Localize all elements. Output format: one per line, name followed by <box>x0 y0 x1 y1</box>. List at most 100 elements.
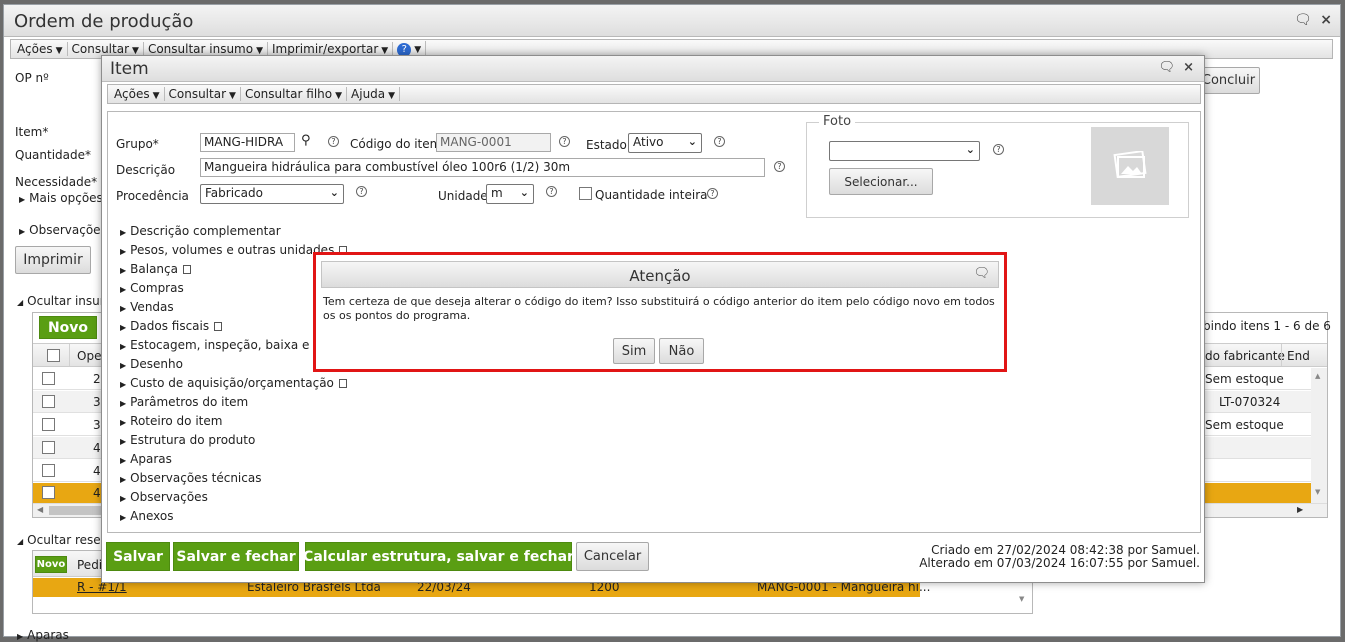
row-ope: 3 <box>93 418 101 432</box>
section-observacoes[interactable]: ▶ Observações <box>120 490 208 504</box>
section-balanca[interactable]: ▶ Balança <box>120 262 191 276</box>
section-vendas[interactable]: ▶ Vendas <box>120 300 174 314</box>
section-anexos[interactable]: ▶ Anexos <box>120 509 173 523</box>
select-all-checkbox[interactable] <box>47 349 60 362</box>
help-icon[interactable]: ? <box>546 186 557 197</box>
foto-select[interactable]: ⌄ <box>829 141 980 161</box>
codigo-field[interactable]: MANG-0001 <box>436 133 551 152</box>
necessidade-label: Necessidade* <box>15 175 98 189</box>
row-ope: 4 <box>93 464 101 478</box>
section-parametros[interactable]: ▶ Parâmetros do item <box>120 395 248 409</box>
confirmation-title: Atenção <box>629 267 691 285</box>
aparas-toggle[interactable]: ▶ Aparas <box>17 628 69 642</box>
ocultar-insumos-toggle[interactable]: ◢ Ocultar insum <box>17 294 111 308</box>
estado-select[interactable]: Ativo ⌄ <box>628 133 702 153</box>
document-icon <box>214 322 223 331</box>
row-checkbox[interactable] <box>42 486 55 499</box>
grupo-field[interactable]: MANG-HIDRA <box>200 133 295 152</box>
section-dados-fiscais[interactable]: ▶ Dados fiscais <box>120 319 223 333</box>
section-compras[interactable]: ▶ Compras <box>120 281 184 295</box>
menu-acoes[interactable]: Ações ▼ <box>110 87 165 101</box>
salvar-button[interactable]: Salvar <box>106 542 170 571</box>
scroll-left-icon[interactable]: ◀ <box>37 505 43 514</box>
close-icon[interactable]: × <box>1320 12 1332 28</box>
procedencia-label: Procedência <box>116 189 189 203</box>
scroll-thumb[interactable] <box>49 506 109 515</box>
help-icon[interactable]: ? <box>559 136 570 147</box>
help-icon[interactable]: ? <box>714 136 725 147</box>
section-descricao-complementar[interactable]: ▶ Descrição complementar <box>120 224 281 238</box>
row-checkbox[interactable] <box>42 464 55 477</box>
menu-consultar-insumo[interactable]: Consultar insumo ▼ <box>144 42 269 56</box>
quantidade-inteira-checkbox[interactable] <box>579 187 592 200</box>
help-icon[interactable]: ? <box>707 188 718 199</box>
chat-icon[interactable]: 🗨 <box>973 266 990 281</box>
scroll-right-icon[interactable]: ▶ <box>1297 505 1303 514</box>
chevron-down-icon: ⌄ <box>519 186 529 199</box>
selecionar-foto-button[interactable]: Selecionar... <box>829 168 933 195</box>
grid-paging: bindo itens 1 - 6 de 6 <box>1203 319 1331 333</box>
header-fabricante[interactable]: do fabricante <box>1205 349 1285 363</box>
help-icon[interactable]: ? <box>356 186 367 197</box>
row-ope: 4 <box>93 441 101 455</box>
menu-imprimir-exportar[interactable]: Imprimir/exportar ▼ <box>268 42 394 56</box>
help-icon[interactable]: ? <box>993 144 1004 155</box>
main-window-controls: 🗨 × <box>1294 12 1332 28</box>
descricao-field[interactable]: Mangueira hidráulica para combustível ól… <box>200 158 765 177</box>
menu-ajuda[interactable]: Ajuda ▼ <box>347 87 401 101</box>
chevron-down-icon: ⌄ <box>965 143 975 156</box>
row-checkbox[interactable] <box>42 418 55 431</box>
menu-acoes[interactable]: Ações ▼ <box>13 42 68 56</box>
section-custo-aquisicao[interactable]: ▶ Custo de aquisição/orçamentação <box>120 376 347 390</box>
imprimir-button[interactable]: Imprimir <box>15 246 91 274</box>
scroll-down-icon[interactable]: ▼ <box>1315 488 1320 496</box>
menu-consultar[interactable]: Consultar ▼ <box>165 87 241 101</box>
section-observacoes-tecnicas[interactable]: ▶ Observações técnicas <box>120 471 261 485</box>
search-icon[interactable]: ⚲ <box>301 133 311 148</box>
close-icon[interactable]: × <box>1183 60 1194 75</box>
header-pedido[interactable]: Pedi <box>77 558 102 572</box>
menu-consultar[interactable]: Consultar ▼ <box>68 42 144 56</box>
chevron-down-icon: ⌄ <box>687 135 697 148</box>
help-icon[interactable]: ? <box>774 161 785 172</box>
row-checkbox[interactable] <box>42 395 55 408</box>
help-icon[interactable]: ? <box>328 136 339 147</box>
row-checkbox[interactable] <box>42 372 55 385</box>
section-desenho[interactable]: ▶ Desenho <box>120 357 183 371</box>
photo-placeholder-icon <box>1091 127 1169 205</box>
concluir-button[interactable]: Concluir <box>1197 67 1260 94</box>
item-dialog-title-bar: Item 🗨 × <box>102 56 1204 82</box>
observacoes-toggle[interactable]: ▶ Observações <box>19 223 107 237</box>
ocultar-reservas-toggle[interactable]: ◢ Ocultar reser <box>17 533 106 547</box>
item-label: Item* <box>15 125 49 139</box>
vertical-scrollbar[interactable]: ▲ ▼ <box>1311 368 1327 503</box>
nao-button[interactable]: Não <box>659 338 704 364</box>
menu-consultar-filho[interactable]: Consultar filho ▼ <box>241 87 348 101</box>
section-roteiro[interactable]: ▶ Roteiro do item <box>120 414 222 428</box>
scroll-down-icon[interactable]: ▼ <box>1019 595 1024 603</box>
section-aparas[interactable]: ▶ Aparas <box>120 452 172 466</box>
confirmation-title-bar: Atenção 🗨 <box>321 261 999 288</box>
procedencia-select[interactable]: Fabricado ⌄ <box>200 184 344 204</box>
cancelar-button[interactable]: Cancelar <box>576 542 649 571</box>
novo-button[interactable]: Novo <box>39 316 97 339</box>
chat-icon[interactable]: 🗨 <box>1158 60 1175 75</box>
row-checkbox[interactable] <box>42 441 55 454</box>
header-end[interactable]: End <box>1287 349 1310 363</box>
scroll-up-icon[interactable]: ▲ <box>1315 372 1320 380</box>
chat-icon[interactable]: 🗨 <box>1294 12 1312 28</box>
unidade-select[interactable]: m ⌄ <box>486 184 534 204</box>
item-dialog-controls: 🗨 × <box>1158 60 1194 75</box>
sim-button[interactable]: Sim <box>613 338 655 364</box>
confirmation-message: Tem certeza de que deseja alterar o códi… <box>323 295 995 322</box>
unidade-label: Unidade <box>438 189 488 203</box>
codigo-label: Código do item <box>350 137 442 151</box>
header-ope[interactable]: Ope <box>77 349 101 363</box>
salvar-fechar-button[interactable]: Salvar e fechar <box>173 542 299 571</box>
estado-label: Estado <box>586 138 627 152</box>
novo-reserva-button[interactable]: Novo <box>35 556 67 573</box>
calcular-estrutura-button[interactable]: Calcular estrutura, salvar e fechar <box>303 542 574 571</box>
section-estrutura[interactable]: ▶ Estrutura do produto <box>120 433 255 447</box>
mais-opcoes-toggle[interactable]: ▶ Mais opções <box>19 191 103 205</box>
descricao-label: Descrição <box>116 163 176 177</box>
